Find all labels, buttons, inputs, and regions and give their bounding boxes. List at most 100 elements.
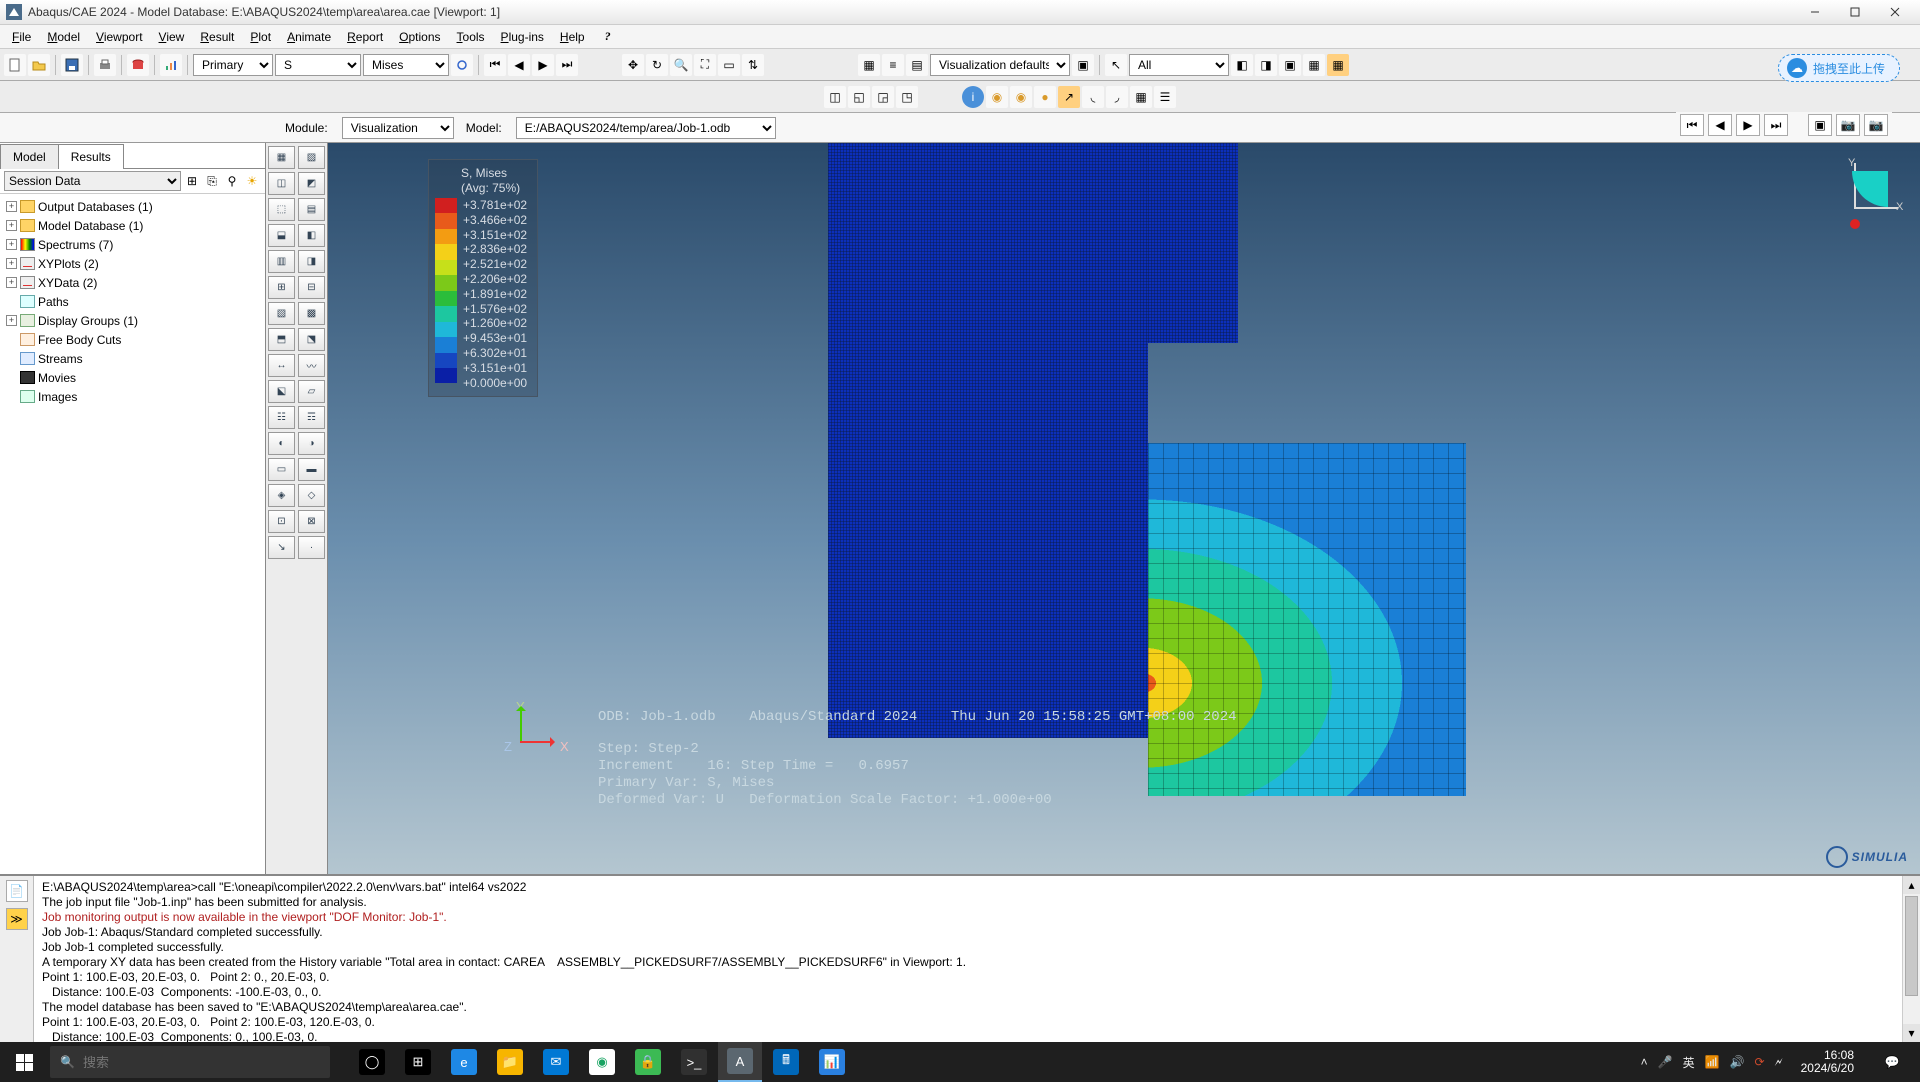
- sync-icon[interactable]: [451, 54, 473, 76]
- console-body[interactable]: E:\ABAQUS2024\temp\area>call "E:\oneapi\…: [34, 876, 1902, 1042]
- iso2-icon[interactable]: ◱: [848, 86, 870, 108]
- menu-report[interactable]: Report: [339, 27, 391, 47]
- arc2-icon[interactable]: ◞: [1106, 86, 1128, 108]
- menu-viewport[interactable]: Viewport: [88, 27, 150, 47]
- cube2-icon[interactable]: ▦: [1130, 86, 1152, 108]
- menu-view[interactable]: View: [151, 27, 193, 47]
- tree-paths[interactable]: Paths: [4, 292, 261, 311]
- taskbar-app-1[interactable]: ⊞: [396, 1042, 440, 1082]
- rotate-icon[interactable]: ↻: [646, 54, 668, 76]
- taskbar-app-10[interactable]: 📊: [810, 1042, 854, 1082]
- tree-model-database[interactable]: +Model Database (1): [4, 216, 261, 235]
- taskbar-app-4[interactable]: ✉: [534, 1042, 578, 1082]
- tray-battery-icon[interactable]: 🗲: [1775, 1055, 1783, 1070]
- circle3-icon[interactable]: ●: [1034, 86, 1056, 108]
- iso4-icon[interactable]: ◳: [896, 86, 918, 108]
- maximize-button[interactable]: [1836, 1, 1874, 23]
- chart-icon[interactable]: [160, 54, 182, 76]
- snapshot1-icon[interactable]: ▣: [1808, 114, 1832, 136]
- notifications-button[interactable]: 💬: [1872, 1055, 1912, 1069]
- toolbox-btn-27[interactable]: ◇: [298, 484, 325, 507]
- taskbar-app-2[interactable]: e: [442, 1042, 486, 1082]
- taskbar-app-5[interactable]: ◉: [580, 1042, 624, 1082]
- menu-help[interactable]: Help: [552, 27, 593, 47]
- toolbox-btn-4[interactable]: ⬚: [268, 198, 295, 221]
- tree-displaygroups[interactable]: +Display Groups (1): [4, 311, 261, 330]
- toolbox-btn-0[interactable]: ▦: [268, 146, 295, 169]
- toolbox-btn-1[interactable]: ▨: [298, 146, 325, 169]
- taskbar-app-3[interactable]: 📁: [488, 1042, 532, 1082]
- toolbox-btn-3[interactable]: ◩: [298, 172, 325, 195]
- tray-sync-icon[interactable]: ⟳: [1755, 1055, 1765, 1069]
- close-button[interactable]: [1876, 1, 1914, 23]
- tray-ime-icon[interactable]: 英: [1683, 1054, 1695, 1071]
- tree-movies[interactable]: Movies: [4, 368, 261, 387]
- taskbar-app-7[interactable]: >_: [672, 1042, 716, 1082]
- output-variable-select[interactable]: S: [275, 54, 361, 76]
- frame-next-icon[interactable]: ▶: [532, 54, 554, 76]
- taskbar-app-0[interactable]: ◯: [350, 1042, 394, 1082]
- tab-results[interactable]: Results: [58, 144, 124, 169]
- start-button[interactable]: [0, 1042, 48, 1082]
- box-zoom-icon[interactable]: ▭: [718, 54, 740, 76]
- toolbox-btn-12[interactable]: ▧: [268, 302, 295, 325]
- tray-wifi-icon[interactable]: 📶: [1705, 1055, 1720, 1069]
- iso3-icon[interactable]: ◲: [872, 86, 894, 108]
- fit-icon[interactable]: ⛶: [694, 54, 716, 76]
- help-pointer-icon[interactable]: ?: [599, 27, 617, 46]
- snapshot2-icon[interactable]: 📷: [1836, 114, 1860, 136]
- toolbox-btn-26[interactable]: ◈: [268, 484, 295, 507]
- upload-pill[interactable]: ☁ 拖拽至此上传: [1778, 54, 1900, 82]
- menu-result[interactable]: Result: [192, 27, 242, 47]
- snapshot3-icon[interactable]: 📷: [1864, 114, 1888, 136]
- sel2-icon[interactable]: ◨: [1255, 54, 1277, 76]
- save-icon[interactable]: [61, 54, 83, 76]
- tree-spectrums[interactable]: +Spectrums (7): [4, 235, 261, 254]
- variable-type-select[interactable]: Primary: [193, 54, 273, 76]
- tree-images[interactable]: Images: [4, 387, 261, 406]
- toolbox-btn-19[interactable]: ▱: [298, 380, 325, 403]
- pointer-icon[interactable]: ↗: [1058, 86, 1080, 108]
- viewport[interactable]: S, Mises(Avg: 75%) +3.781e+02+3.466e+02+…: [328, 143, 1920, 874]
- toolbox-btn-31[interactable]: ·: [298, 536, 325, 559]
- scroll-thumb[interactable]: [1905, 896, 1918, 996]
- toolbox-btn-16[interactable]: ↔: [268, 354, 295, 377]
- align-icon[interactable]: ≡: [882, 54, 904, 76]
- toolbox-btn-7[interactable]: ◧: [298, 224, 325, 247]
- tree-xydata[interactable]: +XYData (2): [4, 273, 261, 292]
- arc1-icon[interactable]: ◟: [1082, 86, 1104, 108]
- toolbox-btn-6[interactable]: ⬓: [268, 224, 295, 247]
- tree-expand-icon[interactable]: ⊞: [183, 172, 201, 190]
- grid-icon[interactable]: ▦: [858, 54, 880, 76]
- print-icon[interactable]: [94, 54, 116, 76]
- selection-filter-select[interactable]: All: [1129, 54, 1229, 76]
- open-icon[interactable]: [28, 54, 50, 76]
- cube-icon[interactable]: ▣: [1072, 54, 1094, 76]
- sel3-icon[interactable]: ▣: [1279, 54, 1301, 76]
- menu-plug-ins[interactable]: Plug-ins: [493, 27, 552, 47]
- new-icon[interactable]: [4, 54, 26, 76]
- scroll-up-icon[interactable]: ▴: [1903, 876, 1920, 894]
- taskbar-app-6[interactable]: 🔒: [626, 1042, 670, 1082]
- sel1-icon[interactable]: ◧: [1231, 54, 1253, 76]
- toolbox-btn-24[interactable]: ▭: [268, 458, 295, 481]
- toolbox-btn-18[interactable]: ⬕: [268, 380, 295, 403]
- toolbox-btn-11[interactable]: ⊟: [298, 276, 325, 299]
- invariant-select[interactable]: Mises: [363, 54, 449, 76]
- taskbar-clock[interactable]: 16:08 2024/6/20: [1793, 1049, 1862, 1075]
- model-select[interactable]: E:/ABAQUS2024/temp/area/Job-1.odb: [516, 117, 776, 139]
- toolbox-btn-29[interactable]: ⊠: [298, 510, 325, 533]
- taskbar-app-8[interactable]: A: [718, 1042, 762, 1082]
- toolbox-btn-13[interactable]: ▩: [298, 302, 325, 325]
- console-log-icon[interactable]: 📄: [6, 880, 28, 902]
- toolbox-btn-10[interactable]: ⊞: [268, 276, 295, 299]
- scroll-down-icon[interactable]: ▾: [1903, 1024, 1920, 1042]
- minimize-button[interactable]: [1796, 1, 1834, 23]
- menu-animate[interactable]: Animate: [279, 27, 339, 47]
- menu-file[interactable]: File: [4, 27, 39, 47]
- frame-first-icon[interactable]: ⏮: [484, 54, 506, 76]
- toolbox-btn-14[interactable]: ⬒: [268, 328, 295, 351]
- menu-model[interactable]: Model: [39, 27, 88, 47]
- anim-prev-icon[interactable]: ◀: [1708, 114, 1732, 136]
- toolbox-btn-22[interactable]: ◐: [268, 432, 295, 455]
